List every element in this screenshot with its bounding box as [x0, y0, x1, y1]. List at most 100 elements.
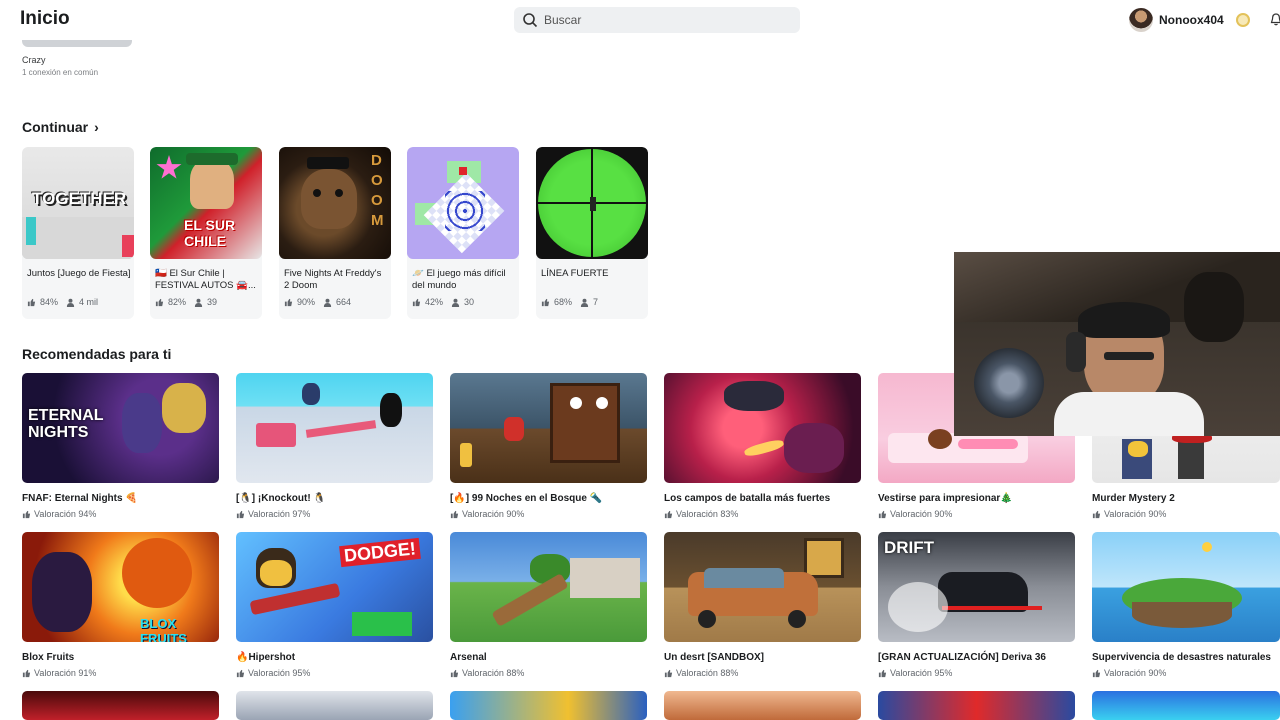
game-name[interactable]: Vestirse para impresionar🎄 — [878, 493, 1013, 504]
recommended-game-card[interactable]: Supervivencia de desastres naturales Val… — [1092, 532, 1280, 682]
game-thumbnail[interactable] — [450, 532, 647, 642]
robux-icon[interactable] — [1235, 13, 1250, 27]
game-rating: Valoración 95% — [878, 668, 952, 678]
search-input[interactable] — [544, 13, 784, 27]
game-rating-text: Valoración 95% — [248, 668, 311, 678]
search-bar[interactable] — [514, 7, 800, 33]
thumbnail-title-text: DODGE! — [339, 537, 421, 568]
thumbnail-title-text: TOGETHER — [32, 189, 127, 208]
game-stats: 42% 30 — [412, 297, 474, 307]
game-rating-text: Valoración 90% — [462, 509, 525, 519]
game-thumbnail[interactable] — [236, 691, 433, 720]
game-rating: Valoración 88% — [450, 668, 524, 678]
game-name[interactable]: 🔥Hipershot — [236, 652, 295, 663]
game-thumbnail[interactable] — [236, 373, 433, 483]
game-name[interactable]: Juntos [Juego de Fiesta] — [27, 268, 131, 292]
game-thumbnail[interactable] — [878, 691, 1075, 720]
continue-game-card[interactable]: LÍNEA FUERTE 68% 7 — [536, 147, 648, 319]
page-title: Inicio — [20, 8, 70, 29]
game-stats: 84% 4 mil — [27, 297, 98, 307]
game-thumbnail[interactable] — [664, 691, 861, 720]
game-name[interactable]: Los campos de batalla más fuertes — [664, 493, 830, 504]
continue-section-title[interactable]: Continuar — [22, 119, 88, 135]
chevron-right-icon[interactable]: › — [94, 119, 99, 135]
game-rating: Valoración 88% — [664, 668, 738, 678]
game-rating: 90% — [297, 297, 316, 307]
game-thumbnail[interactable] — [450, 373, 647, 483]
game-thumbnail[interactable] — [664, 532, 861, 642]
game-players: 4 mil — [79, 297, 99, 307]
thumbs-up-icon — [236, 669, 245, 677]
game-rating: Valoración 97% — [236, 509, 310, 519]
game-thumbnail[interactable] — [407, 147, 519, 259]
recommended-game-card[interactable]: DODGE! 🔥Hipershot Valoración 95% — [236, 532, 433, 682]
game-thumbnail[interactable]: BLOX FRUITS — [22, 532, 219, 642]
game-rating-text: Valoración 90% — [1104, 668, 1167, 678]
recommended-game-card[interactable]: DRIFT [GRAN ACTUALIZACIÓN] Deriva 36 Val… — [878, 532, 1075, 682]
recommended-game-card[interactable]: [🐧] ¡Knockout! 🐧 Valoración 97% — [236, 373, 433, 523]
game-rating-text: Valoración 90% — [1104, 509, 1167, 519]
thumbnail-title-text: ETERNAL NIGHTS — [28, 407, 104, 441]
game-name[interactable]: Arsenal — [450, 652, 487, 663]
game-thumbnail[interactable] — [1092, 532, 1280, 642]
recommended-game-card[interactable]: Arsenal Valoración 88% — [450, 532, 647, 682]
game-thumbnail[interactable]: ETERNAL NIGHTS — [22, 373, 219, 483]
thumbs-up-icon — [1092, 510, 1101, 518]
thumbnail-title-text: BLOX FRUITS — [140, 616, 187, 642]
bell-icon[interactable] — [1270, 13, 1280, 26]
recommended-game-card[interactable]: Un desrt [SANDBOX] Valoración 88% — [664, 532, 861, 682]
game-thumbnail[interactable]: DRIFT — [878, 532, 1075, 642]
game-name[interactable]: [🔥] 99 Noches en el Bosque 🔦 — [450, 493, 602, 504]
game-name[interactable]: Un desrt [SANDBOX] — [664, 652, 764, 663]
game-name[interactable]: Blox Fruits — [22, 652, 74, 663]
recommended-game-card[interactable]: BLOX FRUITS Blox Fruits Valoración 91% — [22, 532, 219, 682]
user-menu[interactable]: Nonoox404 — [1129, 8, 1250, 32]
continue-game-card[interactable]: DOOM Five Nights At Freddy's 2 Doom 90% … — [279, 147, 391, 319]
recommended-game-card[interactable]: [🔥] 99 Noches en el Bosque 🔦 Valoración … — [450, 373, 647, 523]
avatar[interactable] — [1129, 8, 1153, 32]
players-icon — [451, 298, 460, 307]
game-thumbnail[interactable] — [450, 691, 647, 720]
game-name[interactable]: 🇨🇱 El Sur Chile | FESTIVAL AUTOS 🚘... — [155, 268, 259, 292]
game-rating: 84% — [40, 297, 59, 307]
friend-name[interactable]: Crazy — [22, 55, 46, 65]
game-rating: 42% — [425, 297, 444, 307]
players-icon — [66, 298, 75, 307]
continue-section-header[interactable]: Continuar › — [22, 119, 99, 135]
game-thumbnail[interactable]: TOGETHER — [22, 147, 134, 259]
recommended-game-card[interactable]: ETERNAL NIGHTS FNAF: Eternal Nights 🍕 Va… — [22, 373, 219, 523]
continue-game-card[interactable]: EL SUR CHILE 🇨🇱 El Sur Chile | FESTIVAL … — [150, 147, 262, 319]
game-name[interactable]: [🐧] ¡Knockout! 🐧 — [236, 493, 326, 504]
game-players: 7 — [593, 297, 599, 307]
game-thumbnail[interactable] — [536, 147, 648, 259]
continue-game-card[interactable]: 🪐 El juego más difícil del mundo 42% 30 — [407, 147, 519, 319]
game-rating-text: Valoración 83% — [676, 509, 739, 519]
game-name[interactable]: LÍNEA FUERTE — [541, 268, 645, 292]
game-rating-text: Valoración 88% — [676, 668, 739, 678]
thumbs-up-icon — [1092, 669, 1101, 677]
username[interactable]: Nonoox404 — [1159, 13, 1224, 27]
game-name[interactable]: [GRAN ACTUALIZACIÓN] Deriva 36 — [878, 652, 1046, 663]
game-thumbnail[interactable] — [664, 373, 861, 483]
game-thumbnail[interactable]: DODGE! — [236, 532, 433, 642]
thumbs-up-icon — [27, 298, 36, 306]
game-thumbnail[interactable]: EL SUR CHILE — [150, 147, 262, 259]
continue-game-card[interactable]: TOGETHER Juntos [Juego de Fiesta] 84% 4 … — [22, 147, 134, 319]
game-rating-text: Valoración 97% — [248, 509, 311, 519]
game-name[interactable]: FNAF: Eternal Nights 🍕 — [22, 493, 138, 504]
game-thumbnail[interactable]: DOOM — [279, 147, 391, 259]
game-name[interactable]: Murder Mystery 2 — [1092, 493, 1175, 504]
players-icon — [194, 298, 203, 307]
game-name[interactable]: Supervivencia de desastres naturales — [1092, 652, 1271, 663]
game-name[interactable]: Five Nights At Freddy's 2 Doom — [284, 268, 388, 292]
game-rating-text: Valoración 94% — [34, 509, 97, 519]
game-rating: Valoración 95% — [236, 668, 310, 678]
thumbs-up-icon — [284, 298, 293, 306]
recommended-game-card[interactable]: Los campos de batalla más fuertes Valora… — [664, 373, 861, 523]
game-thumbnail[interactable] — [22, 691, 219, 720]
game-thumbnail[interactable] — [1092, 691, 1280, 720]
game-stats: 82% 39 — [155, 297, 217, 307]
game-rating-text: Valoración 91% — [34, 668, 97, 678]
game-name[interactable]: 🪐 El juego más difícil del mundo — [412, 268, 516, 292]
game-stats: 90% 664 — [284, 297, 351, 307]
